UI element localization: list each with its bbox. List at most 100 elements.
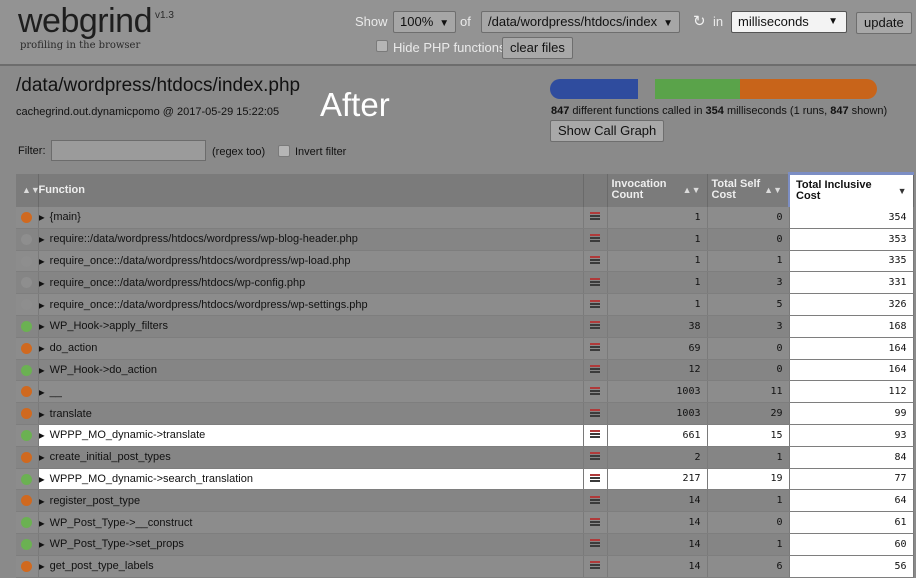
- file-link-cell[interactable]: [583, 250, 608, 273]
- file-link-cell[interactable]: [583, 359, 608, 382]
- file-link-icon[interactable]: [589, 343, 600, 353]
- table-row[interactable]: ▶ __ 1003 11 112: [16, 380, 914, 404]
- header-inclusive[interactable]: Total Inclusive Cost ▼: [788, 172, 914, 207]
- file-link-cell[interactable]: [583, 315, 608, 338]
- file-link-cell[interactable]: [583, 446, 608, 469]
- table-row[interactable]: ▶ translate 1003 29 99: [16, 402, 914, 425]
- filter-input[interactable]: [51, 140, 206, 161]
- invert-filter-checkbox[interactable]: [278, 145, 290, 157]
- function-cell[interactable]: ▶ require_once::/data/wordpress/htdocs/wo…: [38, 293, 584, 316]
- expand-triangle-icon[interactable]: ▶: [39, 562, 45, 571]
- table-row[interactable]: ▶ WP_Post_Type->__construct 14 0 61: [16, 511, 914, 534]
- header-invocation[interactable]: Invocation Count ▲▼: [607, 173, 708, 207]
- header-self[interactable]: Total Self Cost ▲▼: [707, 173, 790, 207]
- table-row[interactable]: ▶ WP_Post_Type->set_props 14 1 60: [16, 533, 914, 556]
- reload-icon[interactable]: ↻: [693, 12, 706, 30]
- file-link-icon[interactable]: [589, 430, 600, 440]
- expand-triangle-icon[interactable]: ▶: [39, 235, 45, 244]
- function-cell[interactable]: ▶ WPPP_MO_dynamic->search_translation: [38, 468, 584, 491]
- expand-triangle-icon[interactable]: ▶: [39, 388, 45, 397]
- file-link-icon[interactable]: [589, 561, 600, 571]
- expand-triangle-icon[interactable]: ▶: [39, 410, 45, 419]
- hide-php-checkbox[interactable]: [376, 40, 388, 52]
- expand-triangle-icon[interactable]: ▶: [39, 540, 45, 549]
- file-link-cell[interactable]: [583, 380, 608, 404]
- expand-triangle-icon[interactable]: ▶: [39, 519, 45, 528]
- percent-select[interactable]: 100% ▼: [393, 11, 457, 33]
- function-cell[interactable]: ▶ WP_Hook->do_action: [38, 359, 584, 382]
- file-link-cell[interactable]: [583, 228, 608, 251]
- file-link-icon[interactable]: [589, 299, 600, 310]
- expand-triangle-icon[interactable]: ▶: [39, 301, 45, 310]
- expand-triangle-icon[interactable]: ▶: [39, 431, 45, 440]
- table-row[interactable]: ▶ create_initial_post_types 2 1 84: [16, 446, 914, 469]
- function-cell[interactable]: ▶ require_once::/data/wordpress/htdocs/wp…: [38, 271, 584, 295]
- table-row[interactable]: ▶ require_once::/data/wordpress/htdocs/wo…: [16, 293, 914, 316]
- clear-files-button[interactable]: clear files: [502, 37, 573, 59]
- table-row[interactable]: ▶ do_action 69 0 164: [16, 337, 914, 360]
- file-link-cell[interactable]: [583, 293, 608, 316]
- file-link-cell[interactable]: [583, 424, 608, 447]
- file-link-icon[interactable]: [589, 495, 600, 506]
- file-link-icon[interactable]: [589, 517, 600, 528]
- file-link-cell[interactable]: [583, 402, 608, 425]
- file-link-icon[interactable]: [589, 408, 600, 419]
- file-link-icon[interactable]: [589, 474, 600, 484]
- file-link-icon[interactable]: [589, 277, 600, 288]
- file-link-cell[interactable]: [583, 533, 608, 556]
- file-link-cell[interactable]: [583, 511, 608, 534]
- table-row[interactable]: ▶ WPPP_MO_dynamic->search_translation 217 1…: [16, 468, 914, 491]
- function-cell[interactable]: ▶ translate: [38, 402, 584, 425]
- header-function[interactable]: Function: [38, 173, 584, 207]
- function-cell[interactable]: ▶ WP_Post_Type->__construct: [38, 511, 584, 534]
- function-cell[interactable]: ▶ register_post_type: [38, 489, 584, 513]
- expand-triangle-icon[interactable]: ▶: [39, 322, 45, 331]
- table-row[interactable]: ▶ {main} 1 0 354: [16, 206, 914, 229]
- function-cell[interactable]: ▶ get_post_type_labels: [38, 555, 584, 578]
- function-cell[interactable]: ▶ WP_Hook->apply_filters: [38, 315, 584, 338]
- expand-triangle-icon[interactable]: ▶: [39, 279, 45, 288]
- function-cell[interactable]: ▶ do_action: [38, 337, 584, 360]
- file-link-icon[interactable]: [589, 234, 600, 244]
- table-row[interactable]: ▶ WP_Hook->apply_filters 38 3 168: [16, 315, 914, 338]
- file-link-cell[interactable]: [583, 271, 608, 295]
- function-cell[interactable]: ▶ __: [38, 380, 584, 404]
- function-cell[interactable]: ▶ WPPP_MO_dynamic->translate: [38, 424, 584, 447]
- file-link-cell[interactable]: [583, 206, 608, 229]
- file-link-cell[interactable]: [583, 555, 608, 578]
- file-link-cell[interactable]: [583, 337, 608, 360]
- file-link-icon[interactable]: [589, 539, 600, 549]
- file-link-icon[interactable]: [589, 256, 600, 266]
- expand-triangle-icon[interactable]: ▶: [39, 497, 45, 506]
- function-cell[interactable]: ▶ WP_Post_Type->set_props: [38, 533, 584, 556]
- expand-triangle-icon[interactable]: ▶: [39, 257, 45, 266]
- show-call-graph-button[interactable]: Show Call Graph: [550, 120, 665, 142]
- file-link-cell[interactable]: [583, 468, 608, 491]
- expand-triangle-icon[interactable]: ▶: [39, 213, 45, 222]
- function-cell[interactable]: ▶ create_initial_post_types: [38, 446, 584, 469]
- table-row[interactable]: ▶ WPPP_MO_dynamic->translate 661 15 93: [16, 424, 914, 447]
- expand-triangle-icon[interactable]: ▶: [39, 475, 45, 484]
- file-link-icon[interactable]: [589, 386, 600, 397]
- file-link-icon[interactable]: [589, 212, 600, 222]
- expand-triangle-icon[interactable]: ▶: [39, 366, 45, 375]
- function-cell[interactable]: ▶ require_once::/data/wordpress/htdocs/wo…: [38, 250, 584, 273]
- function-cell[interactable]: ▶ require::/data/wordpress/htdocs/wordpre…: [38, 228, 584, 251]
- table-row[interactable]: ▶ require_once::/data/wordpress/htdocs/wo…: [16, 250, 914, 273]
- expand-triangle-icon[interactable]: ▶: [39, 453, 45, 462]
- file-link-icon[interactable]: [589, 365, 600, 375]
- table-row[interactable]: ▶ register_post_type 14 1 64: [16, 489, 914, 513]
- table-row[interactable]: ▶ WP_Hook->do_action 12 0 164: [16, 359, 914, 382]
- file-link-icon[interactable]: [589, 452, 600, 462]
- update-button[interactable]: update: [856, 12, 912, 34]
- file-link-icon[interactable]: [589, 321, 600, 331]
- expand-triangle-icon[interactable]: ▶: [39, 344, 45, 353]
- file-link-cell[interactable]: [583, 489, 608, 513]
- file-select[interactable]: /data/wordpress/htdocs/index ▼: [481, 11, 681, 33]
- function-cell[interactable]: ▶ {main}: [38, 206, 584, 229]
- table-row[interactable]: ▶ require::/data/wordpress/htdocs/wordpre…: [16, 228, 914, 251]
- unit-select[interactable]: milliseconds ▼: [731, 11, 847, 33]
- table-row[interactable]: ▶ get_post_type_labels 14 6 56: [16, 555, 914, 578]
- header-dot-col[interactable]: ▲▼: [16, 173, 39, 207]
- table-row[interactable]: ▶ require_once::/data/wordpress/htdocs/wp…: [16, 271, 914, 295]
